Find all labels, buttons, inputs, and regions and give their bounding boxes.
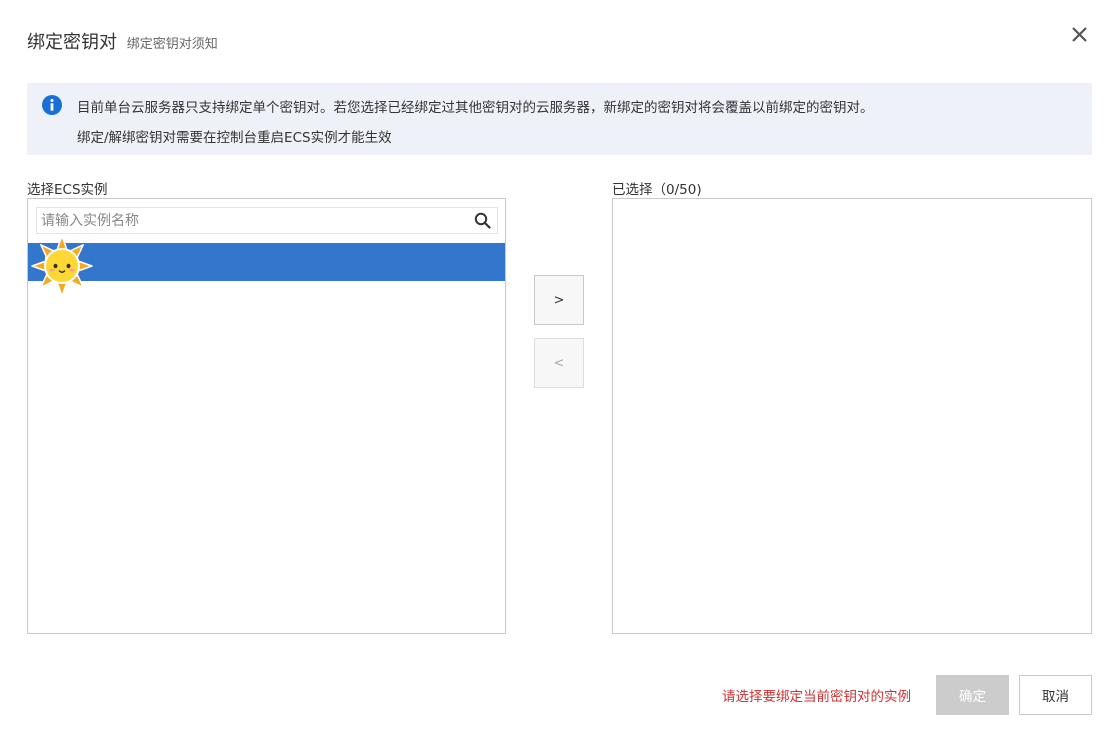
selected-list-panel <box>612 198 1092 634</box>
source-list-panel: 0ecs <box>27 198 506 634</box>
close-icon <box>1072 27 1087 42</box>
sun-emoji-icon <box>31 235 93 297</box>
confirm-button[interactable]: 确定 <box>936 675 1009 715</box>
info-notice: 目前单台云服务器只支持绑定单个密钥对。若您选择已经绑定过其他密钥对的云服务器，新… <box>27 83 1092 155</box>
target-panel-label: 已选择（0/50) <box>612 182 702 198</box>
notice-line-2: 绑定/解绑密钥对需要在控制台重启ECS实例才能生效 <box>77 130 392 146</box>
dialog-title: 绑定密钥对 绑定密钥对须知 <box>27 28 218 54</box>
keypair-notice-link[interactable]: 绑定密钥对须知 <box>127 37 218 52</box>
dialog-title-text: 绑定密钥对 <box>27 32 117 53</box>
notice-line-1: 目前单台云服务器只支持绑定单个密钥对。若您选择已经绑定过其他密钥对的云服务器，新… <box>77 100 874 116</box>
instance-search-box <box>36 207 498 234</box>
list-item[interactable]: 0ecs <box>28 235 505 297</box>
search-icon[interactable] <box>474 212 491 229</box>
source-panel-label: 选择ECS实例 <box>27 182 108 198</box>
move-left-button[interactable]: < <box>534 338 584 388</box>
close-button[interactable] <box>1066 24 1092 46</box>
info-icon <box>42 95 62 115</box>
bind-keypair-dialog: 绑定密钥对 绑定密钥对须知 目前单台云服务器只支持绑定单个密钥对。若您选择已经绑… <box>0 0 1120 735</box>
move-right-button[interactable]: > <box>534 275 584 325</box>
instance-search-input[interactable] <box>37 208 471 233</box>
validation-error: 请选择要绑定当前密钥对的实例 <box>722 689 911 705</box>
cancel-button[interactable]: 取消 <box>1019 675 1092 715</box>
